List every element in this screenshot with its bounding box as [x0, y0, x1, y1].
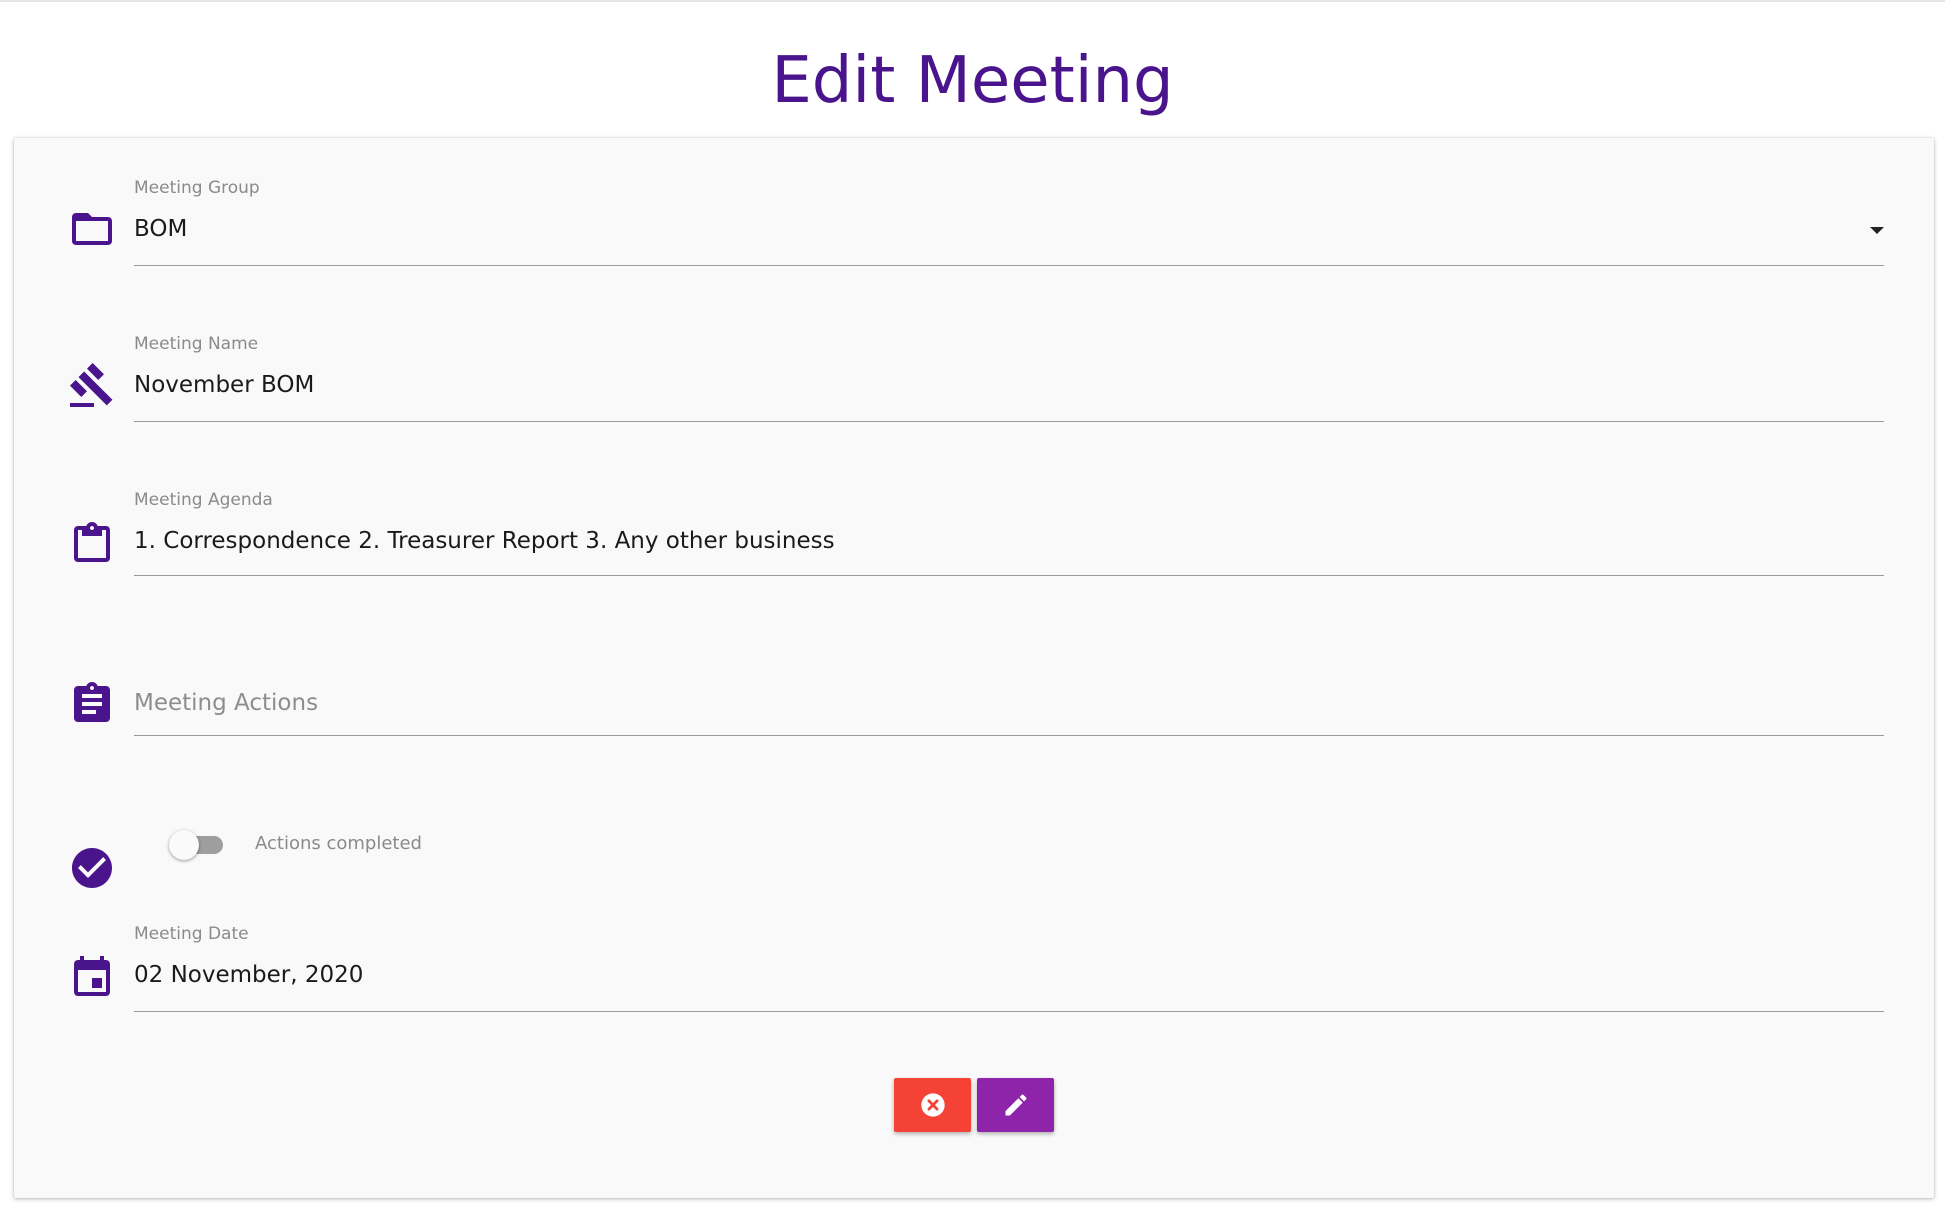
- meeting-name-label: Meeting Name: [134, 334, 259, 354]
- calendar-icon: [68, 954, 116, 1002]
- folder-icon: [68, 205, 116, 253]
- meeting-group-label: Meeting Group: [134, 178, 260, 198]
- meeting-agenda-field[interactable]: Meeting Agenda 1. Correspondence 2. Trea…: [134, 490, 1884, 590]
- edit-button[interactable]: [977, 1078, 1054, 1132]
- actions-completed-label: Actions completed: [255, 833, 422, 854]
- meeting-date-input[interactable]: 02 November, 2020: [134, 962, 363, 988]
- page-title: Edit Meeting: [771, 44, 1174, 118]
- assignment-icon: [68, 680, 116, 728]
- edit-meeting-form: Meeting Group BOM Meeting Name November …: [14, 138, 1934, 1198]
- meeting-name-field[interactable]: Meeting Name November BOM: [134, 334, 1884, 434]
- cancel-button[interactable]: [894, 1078, 971, 1132]
- check-circle-icon: [68, 844, 116, 892]
- meeting-name-input[interactable]: November BOM: [134, 372, 314, 398]
- meeting-group-select[interactable]: Meeting Group BOM: [134, 178, 1884, 278]
- chevron-down-icon[interactable]: [1870, 227, 1884, 234]
- gavel-icon: [68, 361, 116, 409]
- clipboard-icon: [68, 520, 116, 568]
- meeting-actions-underline: [134, 735, 1884, 736]
- meeting-actions-field[interactable]: Meeting Actions: [134, 678, 1884, 758]
- pencil-icon: [1005, 1094, 1027, 1116]
- toggle-knob[interactable]: [169, 830, 199, 860]
- meeting-actions-input[interactable]: Meeting Actions: [134, 690, 318, 716]
- meeting-date-label: Meeting Date: [134, 924, 249, 944]
- form-actions: [14, 1078, 1934, 1138]
- meeting-group-value: BOM: [134, 216, 188, 242]
- meeting-name-underline: [134, 421, 1884, 422]
- meeting-agenda-underline: [134, 575, 1884, 576]
- cancel-circle-icon: [920, 1093, 945, 1117]
- meeting-agenda-label: Meeting Agenda: [134, 490, 273, 510]
- actions-completed-toggle[interactable]: [169, 828, 229, 860]
- meeting-agenda-input[interactable]: 1. Correspondence 2. Treasurer Report 3.…: [134, 528, 835, 554]
- meeting-group-underline: [134, 265, 1884, 266]
- meeting-date-underline: [134, 1011, 1884, 1012]
- meeting-date-field[interactable]: Meeting Date 02 November, 2020: [134, 924, 1884, 1024]
- top-border: [0, 0, 1945, 2]
